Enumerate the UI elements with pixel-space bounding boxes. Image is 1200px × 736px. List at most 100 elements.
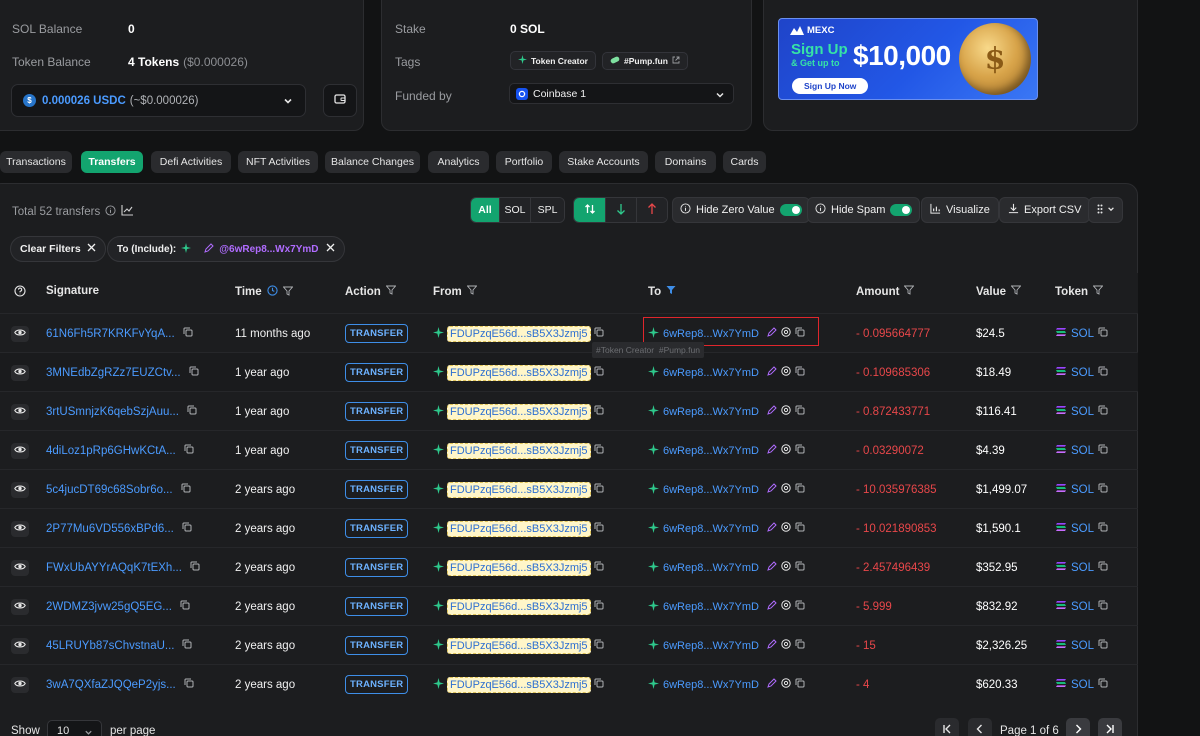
filter-icon[interactable] xyxy=(1011,285,1022,298)
copy-icon[interactable] xyxy=(594,327,604,340)
from-address[interactable]: FDUPzqE56d...sB5X3Jzmj5 xyxy=(447,364,591,381)
copy-icon[interactable] xyxy=(594,444,604,457)
copy-icon[interactable] xyxy=(594,522,604,535)
from-address[interactable]: FDUPzqE56d...sB5X3Jzmj5 xyxy=(447,637,591,654)
hide-zero-switch[interactable] xyxy=(779,204,802,216)
pencil-icon[interactable] xyxy=(767,561,777,574)
view-details-button[interactable] xyxy=(11,364,29,381)
table-row[interactable]: 61N6Fh5R7KRKFvYqA... 11 months ago TRANS… xyxy=(0,313,1138,352)
from-address[interactable]: FDUPzqE56d...sB5X3Jzmj5 xyxy=(447,520,591,537)
to-address[interactable]: 6wRep8...Wx7YmD xyxy=(663,367,759,379)
signature-link[interactable]: 4diLoz1pRp6GHwKCtA... xyxy=(46,445,176,457)
to-address[interactable]: 6wRep8...Wx7YmD xyxy=(663,562,759,574)
copy-icon[interactable] xyxy=(180,600,190,613)
copy-icon[interactable] xyxy=(1098,678,1108,691)
filter-icon[interactable] xyxy=(282,286,293,299)
direction-in-button[interactable] xyxy=(605,198,636,222)
token-link[interactable]: SOL xyxy=(1071,484,1094,496)
to-address[interactable]: 6wRep8...Wx7YmD xyxy=(663,406,759,418)
copy-icon[interactable] xyxy=(182,522,192,535)
direction-out-button[interactable] xyxy=(636,198,667,222)
copy-icon[interactable] xyxy=(182,639,192,652)
at-icon[interactable] xyxy=(781,561,791,574)
signature-link[interactable]: 61N6Fh5R7KRKFvYqA... xyxy=(46,328,175,340)
pencil-icon[interactable] xyxy=(767,600,777,613)
table-row[interactable]: 5c4jucDT69c68Sobr6o... 2 years ago TRANS… xyxy=(0,469,1138,508)
clock-icon[interactable] xyxy=(267,285,278,299)
copy-icon[interactable] xyxy=(190,561,200,574)
tab-nft-activities[interactable]: NFT Activities xyxy=(238,151,318,173)
view-details-button[interactable] xyxy=(11,325,29,342)
copy-icon[interactable] xyxy=(795,600,805,613)
copy-icon[interactable] xyxy=(594,405,604,418)
signature-link[interactable]: 2WDMZ3jvw25gQ5EG... xyxy=(46,601,172,613)
pencil-icon[interactable] xyxy=(767,444,777,457)
table-row[interactable]: 45LRUYb87sChvstnaU... 2 years ago TRANSF… xyxy=(0,625,1138,664)
close-icon[interactable] xyxy=(326,243,335,255)
view-details-button[interactable] xyxy=(11,676,29,693)
copy-icon[interactable] xyxy=(1098,483,1108,496)
view-details-button[interactable] xyxy=(11,637,29,654)
token-link[interactable]: SOL xyxy=(1071,601,1094,613)
to-address[interactable]: 6wRep8...Wx7YmD xyxy=(663,601,759,613)
pencil-icon[interactable] xyxy=(767,522,777,535)
tab-domains[interactable]: Domains xyxy=(655,151,716,173)
copy-icon[interactable] xyxy=(184,444,194,457)
view-details-button[interactable] xyxy=(11,598,29,615)
at-icon[interactable] xyxy=(781,444,791,457)
copy-icon[interactable] xyxy=(1098,366,1108,379)
table-row[interactable]: 2WDMZ3jvw25gQ5EG... 2 years ago TRANSFER… xyxy=(0,586,1138,625)
to-address[interactable]: 6wRep8...Wx7YmD xyxy=(663,523,759,535)
mexc-ad-banner[interactable]: MEXC Sign Up & Get up to $10,000 Sign Up… xyxy=(778,18,1038,100)
from-address[interactable]: FDUPzqE56d...sB5X3Jzmj5 xyxy=(447,598,591,615)
ad-cta-button[interactable]: Sign Up Now xyxy=(792,78,869,94)
filter-icon[interactable] xyxy=(385,285,396,298)
copy-icon[interactable] xyxy=(184,678,194,691)
to-address[interactable]: 6wRep8...Wx7YmD xyxy=(663,445,759,457)
at-icon[interactable] xyxy=(781,639,791,652)
tab-cards[interactable]: Cards xyxy=(723,151,766,173)
copy-icon[interactable] xyxy=(594,639,604,652)
table-row[interactable]: 2P77Mu6VD556xBPd6... 2 years ago TRANSFE… xyxy=(0,508,1138,547)
at-icon[interactable] xyxy=(781,678,791,691)
direction-both-button[interactable] xyxy=(574,198,605,222)
copy-icon[interactable] xyxy=(594,561,604,574)
table-row[interactable]: 4diLoz1pRp6GHwKCtA... 1 year ago TRANSFE… xyxy=(0,430,1138,469)
table-row[interactable]: 3wA7QXfaZJQQeP2yjs... 2 years ago TRANSF… xyxy=(0,664,1138,703)
view-details-button[interactable] xyxy=(11,481,29,498)
token-link[interactable]: SOL xyxy=(1071,679,1094,691)
copy-icon[interactable] xyxy=(795,522,805,535)
copy-icon[interactable] xyxy=(183,327,193,340)
view-details-button[interactable] xyxy=(11,442,29,459)
next-page-button[interactable] xyxy=(1066,718,1090,736)
funded-by-select[interactable]: Coinbase 1 xyxy=(509,83,734,104)
segment-sol[interactable]: SOL xyxy=(499,198,530,222)
copy-icon[interactable] xyxy=(594,483,604,496)
from-address[interactable]: FDUPzqE56d...sB5X3Jzmj5 xyxy=(447,442,591,459)
per-page-select[interactable]: 10 xyxy=(47,720,102,736)
copy-icon[interactable] xyxy=(795,678,805,691)
segment-all[interactable]: All xyxy=(471,198,499,222)
tab-transactions[interactable]: Transactions xyxy=(0,151,72,173)
copy-icon[interactable] xyxy=(594,678,604,691)
signature-link[interactable]: 2P77Mu6VD556xBPd6... xyxy=(46,523,174,535)
copy-icon[interactable] xyxy=(1098,444,1108,457)
copy-icon[interactable] xyxy=(1098,522,1108,535)
copy-icon[interactable] xyxy=(181,483,191,496)
signature-link[interactable]: 3wA7QXfaZJQQeP2yjs... xyxy=(46,679,176,691)
segment-spl[interactable]: SPL xyxy=(530,198,564,222)
visualize-button[interactable]: Visualize xyxy=(921,197,999,223)
token-link[interactable]: SOL xyxy=(1071,367,1094,379)
clear-filters-button[interactable]: Clear Filters xyxy=(10,236,106,262)
copy-icon[interactable] xyxy=(795,483,805,496)
token-link[interactable]: SOL xyxy=(1071,445,1094,457)
tab-transfers[interactable]: Transfers xyxy=(81,151,143,173)
at-icon[interactable] xyxy=(781,405,791,418)
copy-icon[interactable] xyxy=(1098,327,1108,340)
prev-page-button[interactable] xyxy=(968,718,992,736)
at-icon[interactable] xyxy=(781,600,791,613)
copy-icon[interactable] xyxy=(594,600,604,613)
hide-spam-switch[interactable] xyxy=(890,204,913,216)
token-link[interactable]: SOL xyxy=(1071,562,1094,574)
from-address[interactable]: FDUPzqE56d...sB5X3Jzmj5 xyxy=(447,559,591,576)
